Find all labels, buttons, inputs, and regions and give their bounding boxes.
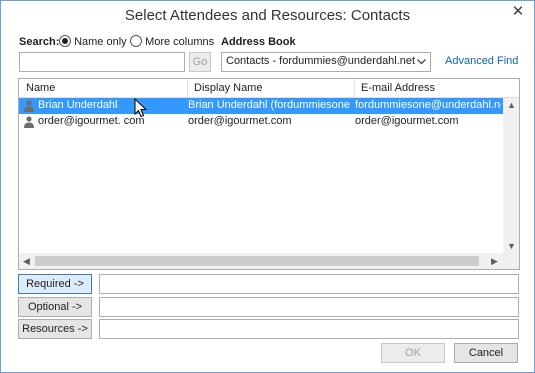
chevron-down-icon	[417, 59, 426, 65]
column-header-email[interactable]: E-mail Address	[361, 82, 435, 94]
more-columns-radio[interactable]: More columns	[130, 35, 214, 48]
contact-email: fordummiesone@underdahl.net	[355, 99, 501, 111]
more-columns-radio-indicator	[130, 35, 142, 47]
column-separator[interactable]	[354, 79, 355, 97]
optional-button[interactable]: Optional ->	[18, 297, 92, 317]
vertical-scrollbar[interactable]: ▲ ▼	[503, 98, 519, 253]
resources-button[interactable]: Resources ->	[18, 319, 92, 339]
scroll-down-arrow-icon[interactable]: ▼	[507, 241, 516, 251]
horizontal-scrollbar[interactable]: ◀ ▶	[19, 253, 519, 269]
cancel-button[interactable]: Cancel	[454, 343, 518, 363]
title-bar: Select Attendees and Resources: Contacts…	[1, 1, 534, 31]
name-only-radio-indicator	[59, 35, 71, 47]
search-label: Search:	[19, 36, 60, 48]
optional-field[interactable]	[99, 297, 519, 317]
advanced-find-link[interactable]: Advanced Find	[445, 55, 518, 67]
person-icon	[24, 100, 34, 112]
select-attendees-dialog: Select Attendees and Resources: Contacts…	[0, 0, 535, 373]
horizontal-scroll-thumb[interactable]	[35, 256, 479, 266]
list-header: Name Display Name E-mail Address	[19, 79, 519, 98]
go-button[interactable]: Go	[189, 52, 211, 72]
scroll-up-arrow-icon[interactable]: ▲	[507, 100, 516, 110]
contact-email: order@igourmet.com	[355, 115, 459, 127]
column-header-display-name[interactable]: Display Name	[194, 82, 262, 94]
contact-row[interactable]: order@igourmet. com order@igourmet.com o…	[19, 114, 503, 130]
close-button[interactable]: ✕	[508, 2, 528, 22]
contact-name: Brian Underdahl	[38, 99, 118, 111]
dialog-title: Select Attendees and Resources: Contacts	[124, 7, 411, 24]
column-separator[interactable]	[187, 79, 188, 97]
address-book-select[interactable]: Contacts - fordummies@underdahl.net	[221, 52, 431, 72]
column-header-name[interactable]: Name	[26, 82, 55, 94]
contact-display-name: Brian Underdahl (fordummiesone...	[188, 99, 351, 111]
contact-row[interactable]: Brian Underdahl Brian Underdahl (fordumm…	[19, 98, 503, 114]
name-only-radio[interactable]: Name only	[59, 35, 127, 48]
more-columns-label: More columns	[145, 36, 215, 48]
resources-field[interactable]	[99, 319, 519, 339]
address-book-selected: Contacts - fordummies@underdahl.net	[226, 55, 416, 67]
scroll-right-arrow-icon[interactable]: ▶	[491, 256, 498, 267]
required-field[interactable]	[99, 274, 519, 294]
person-icon	[24, 116, 34, 128]
scroll-left-arrow-icon[interactable]: ◀	[23, 256, 30, 267]
contact-display-name: order@igourmet.com	[188, 115, 292, 127]
ok-button[interactable]: OK	[381, 343, 445, 363]
mouse-pointer-icon	[134, 98, 148, 118]
required-button[interactable]: Required ->	[18, 274, 92, 294]
contacts-list: Name Display Name E-mail Address Brian U…	[18, 78, 520, 270]
contact-name: order@igourmet. com	[38, 115, 145, 127]
address-book-label: Address Book	[221, 36, 296, 48]
search-input[interactable]	[19, 52, 185, 72]
name-only-label: Name only	[74, 36, 127, 48]
